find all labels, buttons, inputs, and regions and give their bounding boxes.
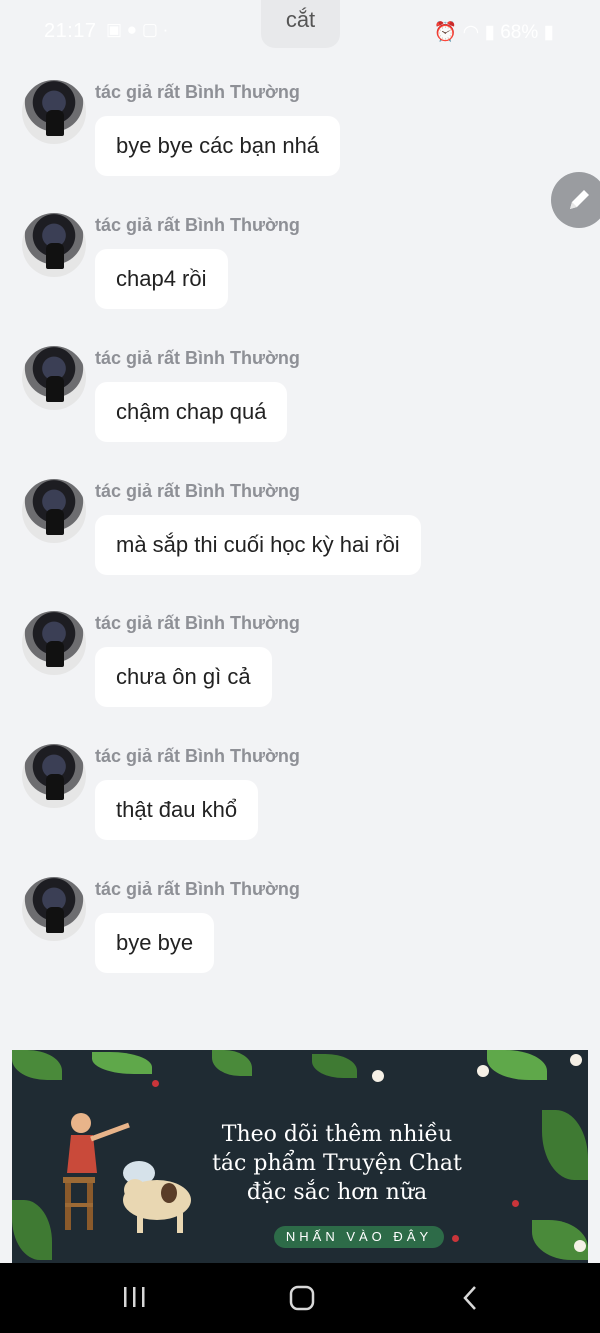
message-bubble[interactable]: thật đau khổ bbox=[95, 780, 259, 840]
avatar[interactable] bbox=[22, 346, 86, 410]
berry-decoration bbox=[512, 1200, 519, 1207]
author-name: tác giả rất Bình Thường bbox=[95, 82, 300, 102]
message-item: tác giả rất Bình Thường bye bye các bạn … bbox=[0, 80, 600, 200]
app-icon: ▢ bbox=[141, 20, 158, 39]
author-name: tác giả rất Bình Thường bbox=[95, 215, 300, 235]
tap-here-button[interactable]: NHẤN VÀO ĐÂY bbox=[274, 1226, 444, 1248]
flower-decoration bbox=[477, 1065, 489, 1077]
cut-button[interactable]: cắt bbox=[261, 0, 340, 48]
avatar[interactable] bbox=[22, 213, 86, 277]
navigation-bar bbox=[0, 1263, 600, 1333]
girl-feeding-cow-illustration bbox=[63, 1113, 191, 1233]
message-item: tác giả rất Bình Thường chậm chap quá bbox=[0, 346, 600, 466]
leaf-decoration bbox=[12, 1200, 52, 1260]
berry-decoration bbox=[452, 1235, 459, 1242]
berry-decoration bbox=[152, 1080, 159, 1087]
battery-icon: ▮ bbox=[543, 22, 554, 43]
flower-decoration bbox=[574, 1240, 586, 1252]
leaf-decoration bbox=[542, 1110, 588, 1180]
back-icon[interactable] bbox=[460, 1285, 480, 1311]
avatar[interactable] bbox=[22, 479, 86, 543]
message-bubble[interactable]: bye bye bbox=[95, 913, 215, 973]
avatar[interactable] bbox=[22, 611, 86, 675]
wifi-icon: ◠ bbox=[462, 22, 480, 43]
author-name: tác giả rất Bình Thường bbox=[95, 879, 300, 899]
banner-title: Theo dõi thêm nhiều tác phẩm Truyện Chat… bbox=[212, 1122, 462, 1205]
author-name: tác giả rất Bình Thường bbox=[95, 481, 300, 501]
leaf-decoration bbox=[12, 1050, 62, 1080]
message-bubble[interactable]: chậm chap quá bbox=[95, 382, 288, 442]
avatar[interactable] bbox=[22, 80, 86, 144]
status-right: ⏰ ◠ ▮ 68% ▮ bbox=[434, 20, 554, 44]
notification-icons: ▣ ● ▢ · bbox=[106, 20, 168, 40]
leaf-decoration bbox=[487, 1050, 547, 1080]
message-item: tác giả rất Bình Thường mà sắp thi cuối … bbox=[0, 479, 600, 599]
recent-apps-icon[interactable] bbox=[122, 1285, 148, 1309]
avatar[interactable] bbox=[22, 877, 86, 941]
author-name: tác giả rất Bình Thường bbox=[95, 613, 300, 633]
message-bubble[interactable]: chap4 rồi bbox=[95, 249, 228, 309]
flower-decoration bbox=[570, 1054, 582, 1066]
message-bubble[interactable]: mà sắp thi cuối học kỳ hai rồi bbox=[95, 515, 421, 575]
author-name: tác giả rất Bình Thường bbox=[95, 746, 300, 766]
author-name: tác giả rất Bình Thường bbox=[95, 348, 300, 368]
home-icon[interactable] bbox=[289, 1285, 315, 1311]
message-item: tác giả rất Bình Thường thật đau khổ bbox=[0, 744, 600, 864]
leaf-decoration bbox=[312, 1054, 357, 1078]
dot-icon: · bbox=[162, 20, 169, 39]
avatar[interactable] bbox=[22, 744, 86, 808]
messenger-icon: ● bbox=[126, 20, 138, 39]
status-time: 21:17 bbox=[44, 20, 97, 42]
message-bubble[interactable]: bye bye các bạn nhá bbox=[95, 116, 341, 176]
promo-banner[interactable]: Theo dõi thêm nhiều tác phẩm Truyện Chat… bbox=[12, 1050, 588, 1264]
alarm-icon: ⏰ bbox=[433, 22, 458, 43]
battery-percent: 68% bbox=[500, 22, 539, 43]
message-bubble[interactable]: chưa ôn gì cả bbox=[95, 647, 272, 707]
gallery-icon: ▣ bbox=[106, 20, 123, 39]
leaf-decoration bbox=[92, 1052, 152, 1074]
message-item: tác giả rất Bình Thường bye bye bbox=[0, 877, 600, 997]
message-item: tác giả rất Bình Thường chap4 rồi bbox=[0, 213, 600, 333]
signal-icon: ▮ bbox=[484, 22, 495, 43]
flower-decoration bbox=[372, 1070, 384, 1082]
message-item: tác giả rất Bình Thường chưa ôn gì cả bbox=[0, 611, 600, 731]
leaf-decoration bbox=[212, 1050, 252, 1076]
